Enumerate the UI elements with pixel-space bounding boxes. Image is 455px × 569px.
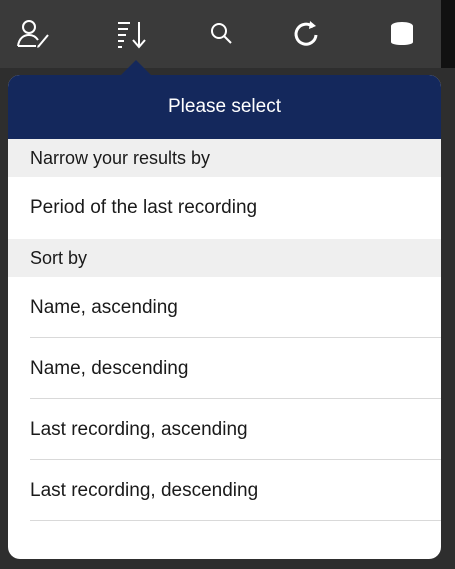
popover-title: Please select bbox=[8, 75, 441, 139]
toolbar bbox=[0, 0, 455, 68]
user-edit-icon bbox=[17, 20, 49, 48]
selection-popover: Please select Narrow your results by Per… bbox=[8, 75, 441, 559]
section-header-sort: Sort by bbox=[8, 239, 441, 277]
search-button[interactable] bbox=[200, 14, 244, 54]
option-name-descending[interactable]: Name, descending bbox=[8, 338, 441, 399]
refresh-icon bbox=[294, 21, 318, 46]
popover-arrow bbox=[120, 60, 152, 76]
option-period-last-recording[interactable]: Period of the last recording bbox=[8, 177, 441, 239]
refresh-button[interactable] bbox=[285, 14, 329, 54]
search-icon bbox=[211, 23, 232, 44]
sort-icon bbox=[118, 22, 146, 49]
user-edit-button[interactable] bbox=[12, 14, 56, 54]
section-header-narrow: Narrow your results by bbox=[8, 139, 441, 177]
option-name-ascending[interactable]: Name, ascending bbox=[8, 277, 441, 338]
option-last-recording-descending[interactable]: Last recording, descending bbox=[8, 460, 441, 521]
database-button[interactable] bbox=[380, 14, 424, 54]
sort-button[interactable] bbox=[110, 14, 154, 54]
toolbar-edge bbox=[441, 0, 455, 68]
database-icon bbox=[391, 22, 413, 45]
option-last-recording-ascending[interactable]: Last recording, ascending bbox=[8, 399, 441, 460]
